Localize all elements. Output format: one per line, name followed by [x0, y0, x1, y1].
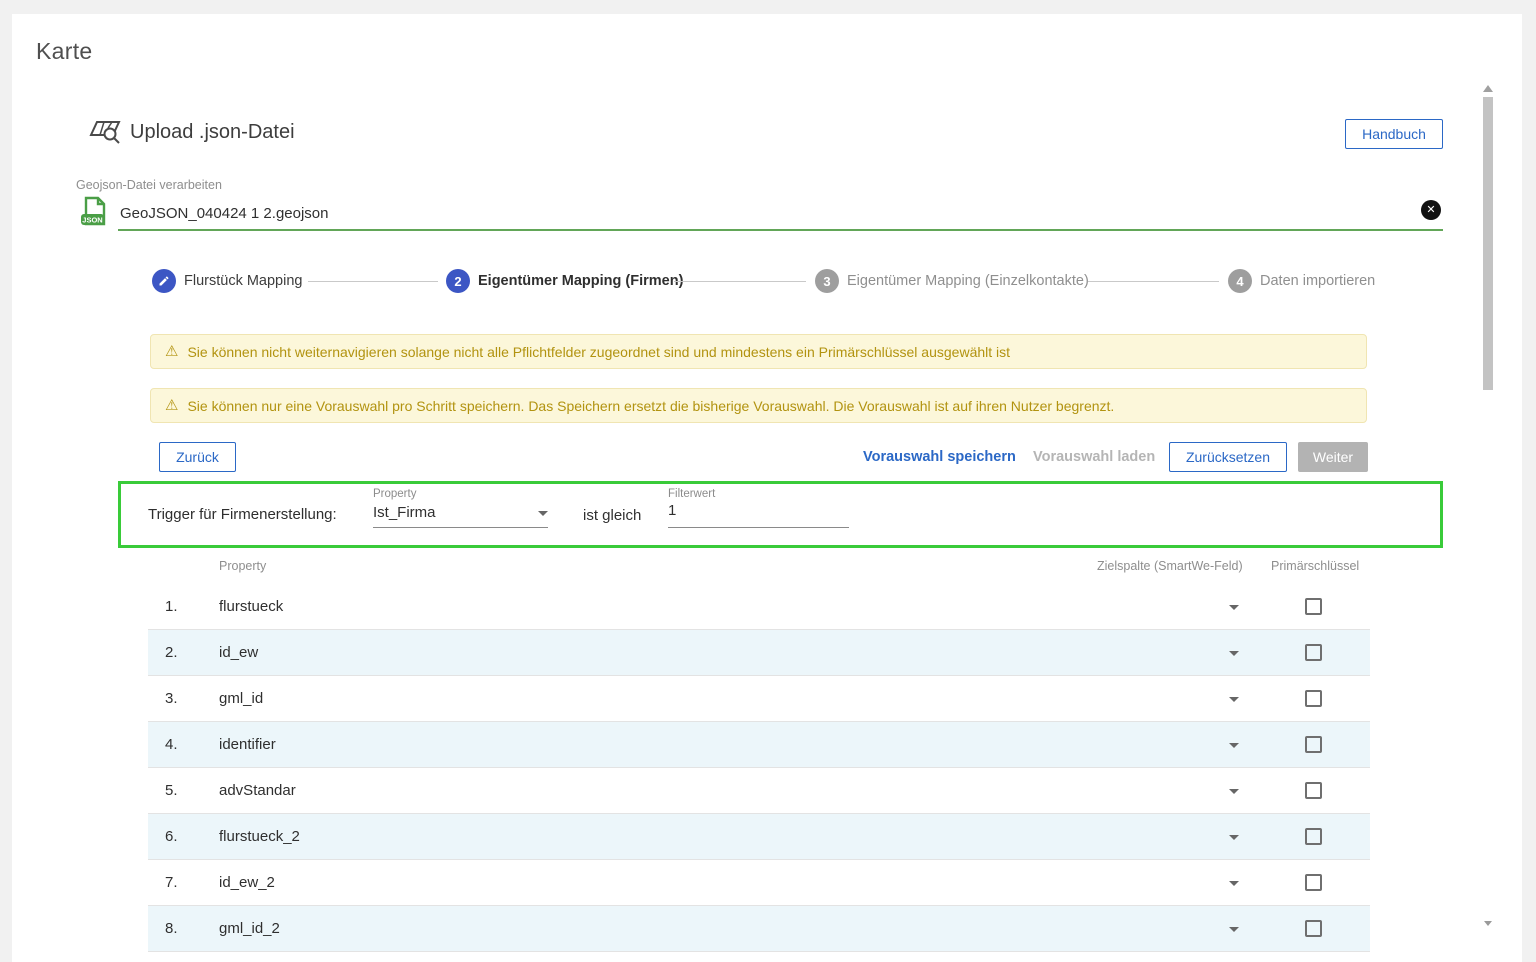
column-header-primary: Primärschlüssel	[1271, 559, 1359, 573]
table-row: 1. flurstueck	[148, 584, 1370, 630]
stepper-step-flurstueck-mapping[interactable]: Flurstück Mapping	[152, 269, 302, 293]
stepper-connector	[308, 281, 438, 282]
row-index: 3.	[165, 690, 178, 707]
trigger-label: Trigger für Firmenerstellung:	[148, 506, 337, 523]
primary-key-checkbox[interactable]	[1305, 598, 1322, 615]
property-select-label: Property	[373, 488, 416, 500]
table-row: 3. gml_id	[148, 676, 1370, 722]
chevron-down-icon[interactable]	[1229, 651, 1239, 656]
chevron-down-icon[interactable]	[1229, 789, 1239, 794]
warning-banner-vorauswahl: ⚠ Sie können nur eine Vorauswahl pro Sch…	[150, 388, 1367, 423]
property-select[interactable]: Ist_Firma	[373, 504, 436, 521]
row-index: 2.	[165, 644, 178, 661]
stepper-step-eigentuemer-einzelkontakte[interactable]: 3 Eigentümer Mapping (Einzelkontakte)	[815, 269, 1089, 293]
primary-key-checkbox[interactable]	[1305, 736, 1322, 753]
column-header-target: Zielspalte (SmartWe-Feld)	[1097, 559, 1243, 573]
primary-key-checkbox[interactable]	[1305, 644, 1322, 661]
back-button[interactable]: Zurück	[159, 442, 236, 472]
chevron-down-icon[interactable]	[538, 511, 548, 516]
json-badge-text: JSON	[82, 216, 102, 225]
step-label: Daten importieren	[1260, 273, 1375, 289]
next-button[interactable]: Weiter	[1298, 442, 1368, 472]
page: Karte Upload .json-Datei Handbuch Geojso…	[0, 0, 1536, 962]
primary-key-checkbox[interactable]	[1305, 828, 1322, 845]
row-index: 1.	[165, 598, 178, 615]
row-index: 6.	[165, 828, 178, 845]
table-body: 1. flurstueck 2. id_ew 3. gml_id 4. iden…	[148, 584, 1370, 952]
table-row: 6. flurstueck_2	[148, 814, 1370, 860]
warning-text: Sie können nicht weiternavigieren solang…	[187, 344, 1010, 360]
trigger-operator: ist gleich	[583, 507, 641, 524]
load-preset-button[interactable]: Vorauswahl laden	[1033, 449, 1155, 465]
property-select-underline	[373, 527, 548, 528]
trigger-firmenerstellung-section: Trigger für Firmenerstellung: Property I…	[118, 481, 1443, 548]
warning-banner-navigation: ⚠ Sie können nicht weiternavigieren sola…	[150, 334, 1367, 369]
filter-input[interactable]	[668, 502, 849, 519]
step-number: 3	[815, 269, 839, 293]
warning-triangle-icon: ⚠	[165, 398, 178, 413]
json-file-icon: JSON	[80, 196, 108, 233]
save-preset-button[interactable]: Vorauswahl speichern	[863, 449, 1016, 465]
chevron-down-icon[interactable]	[1229, 927, 1239, 932]
chevron-down-icon[interactable]	[1229, 697, 1239, 702]
primary-key-checkbox[interactable]	[1305, 782, 1322, 799]
file-name: GeoJSON_040424 1 2.geojson	[120, 205, 328, 222]
step-number: 4	[1228, 269, 1252, 293]
stepper-connector	[674, 281, 806, 282]
warning-triangle-icon: ⚠	[165, 344, 178, 359]
filter-input-label: Filterwert	[668, 488, 715, 500]
row-property: identifier	[219, 736, 276, 753]
handbuch-button[interactable]: Handbuch	[1345, 119, 1443, 149]
reset-button[interactable]: Zurücksetzen	[1169, 442, 1287, 472]
close-circle-icon[interactable]: ✕	[1421, 200, 1441, 220]
row-property: flurstueck	[219, 598, 283, 615]
table-row: 7. id_ew_2	[148, 860, 1370, 906]
row-property: gml_id_2	[219, 920, 280, 937]
scrollbar-thumb[interactable]	[1483, 97, 1493, 390]
row-index: 4.	[165, 736, 178, 753]
row-property: flurstueck_2	[219, 828, 300, 845]
stepper-step-daten-importieren[interactable]: 4 Daten importieren	[1228, 269, 1375, 293]
scrollbar-up-arrow-icon[interactable]	[1483, 85, 1493, 92]
row-property: gml_id	[219, 690, 263, 707]
step-number: 2	[446, 269, 470, 293]
column-header-property: Property	[219, 559, 266, 573]
row-property: id_ew	[219, 644, 258, 661]
pencil-icon	[152, 269, 176, 293]
primary-key-checkbox[interactable]	[1305, 920, 1322, 937]
step-label: Eigentümer Mapping (Firmen)	[478, 273, 683, 289]
page-title: Karte	[36, 38, 92, 65]
stepper-connector	[1088, 281, 1219, 282]
row-property: advStandar	[219, 782, 296, 799]
table-row: 4. identifier	[148, 722, 1370, 768]
row-index: 5.	[165, 782, 178, 799]
step-label: Flurstück Mapping	[184, 273, 302, 289]
section-title: Upload .json-Datei	[130, 121, 295, 144]
row-index: 7.	[165, 874, 178, 891]
file-field-label: Geojson-Datei verarbeiten	[76, 178, 222, 192]
row-index: 8.	[165, 920, 178, 937]
row-property: id_ew_2	[219, 874, 275, 891]
map-search-icon	[88, 118, 126, 153]
stepper-step-eigentuemer-firmen[interactable]: 2 Eigentümer Mapping (Firmen)	[446, 269, 683, 293]
table-row: 8. gml_id_2	[148, 906, 1370, 952]
primary-key-checkbox[interactable]	[1305, 690, 1322, 707]
primary-key-checkbox[interactable]	[1305, 874, 1322, 891]
scrollbar-down-arrow-icon[interactable]	[1484, 921, 1492, 926]
step-label: Eigentümer Mapping (Einzelkontakte)	[847, 273, 1089, 289]
warning-text: Sie können nur eine Vorauswahl pro Schri…	[187, 398, 1114, 414]
table-row: 2. id_ew	[148, 630, 1370, 676]
filter-input-underline	[668, 527, 849, 528]
file-underline	[118, 229, 1443, 231]
chevron-down-icon[interactable]	[1229, 743, 1239, 748]
chevron-down-icon[interactable]	[1229, 881, 1239, 886]
table-row: 5. advStandar	[148, 768, 1370, 814]
chevron-down-icon[interactable]	[1229, 605, 1239, 610]
chevron-down-icon[interactable]	[1229, 835, 1239, 840]
